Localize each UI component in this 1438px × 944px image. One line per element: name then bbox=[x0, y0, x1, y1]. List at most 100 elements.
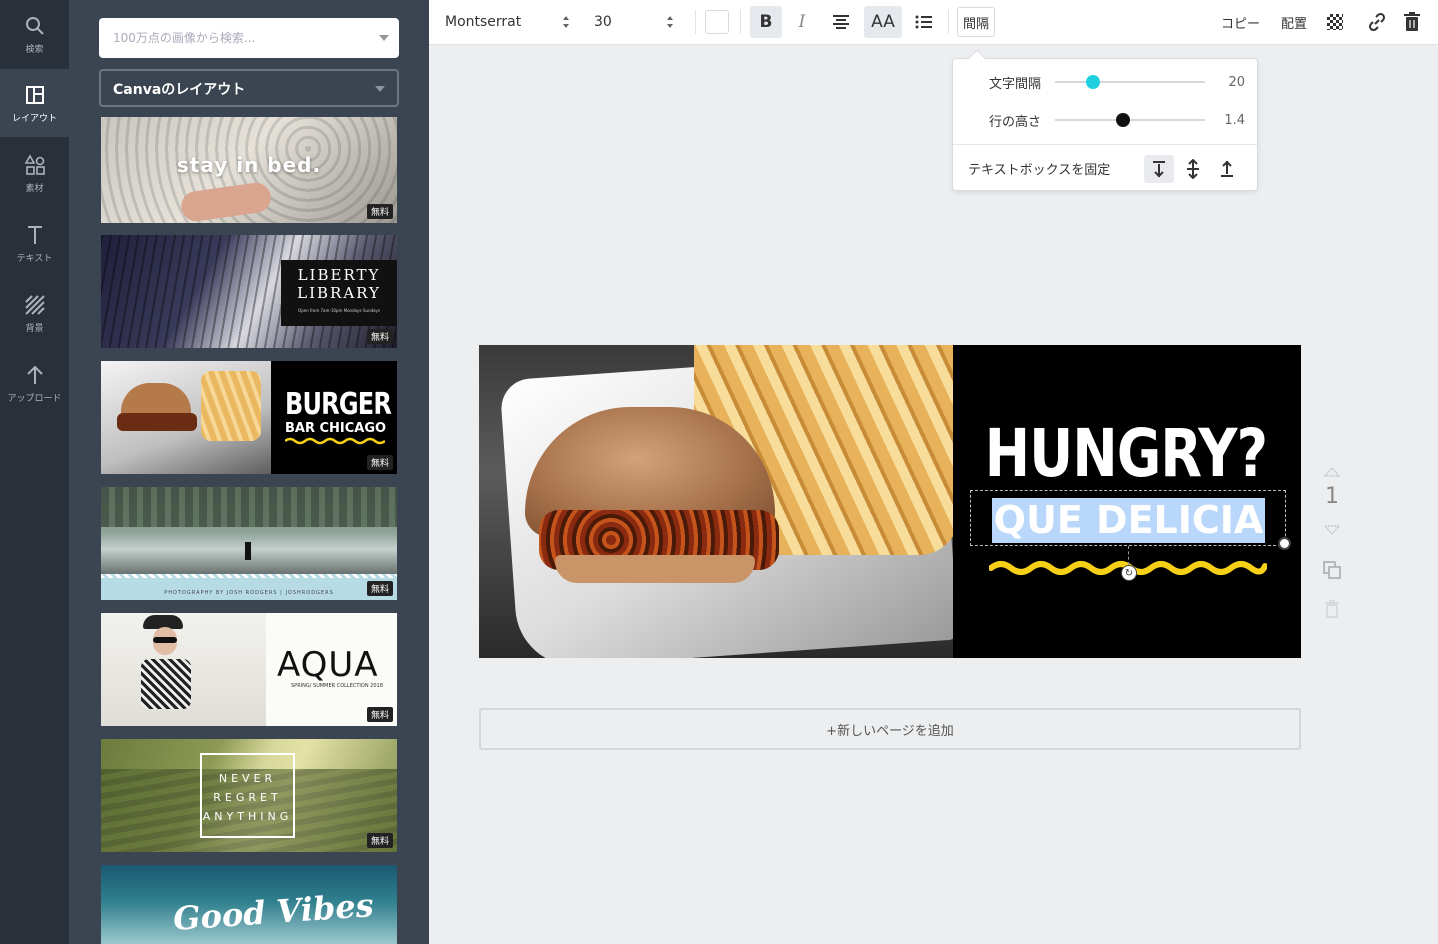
thumbnail-text: NEVER bbox=[218, 772, 277, 785]
toolbar-divider bbox=[695, 10, 696, 34]
font-family-select[interactable]: Montserrat bbox=[445, 6, 575, 38]
add-page-button[interactable]: +新しいページを追加 bbox=[479, 708, 1301, 750]
headline-text[interactable]: HUNGRY? bbox=[984, 412, 1268, 496]
rail-label: アップロード bbox=[7, 393, 62, 404]
rail-item-background[interactable]: 背景 bbox=[0, 279, 69, 347]
free-badge: 無料 bbox=[366, 455, 393, 470]
layout-category-label: Canvaのレイアウト bbox=[113, 82, 246, 98]
line-height-knob[interactable] bbox=[1115, 113, 1130, 127]
popover-divider bbox=[953, 144, 1257, 145]
uppercase-button[interactable]: AA bbox=[864, 6, 902, 38]
line-height-slider[interactable] bbox=[1055, 113, 1205, 127]
link-icon bbox=[1368, 12, 1386, 32]
bold-button[interactable]: B bbox=[750, 6, 782, 38]
thumbnail-text: stay in bed. bbox=[176, 153, 322, 177]
thumbnail-text: LIBRARY bbox=[297, 284, 381, 302]
list-button[interactable] bbox=[908, 6, 940, 38]
text-icon bbox=[27, 225, 42, 244]
delete-page-icon[interactable] bbox=[1318, 600, 1346, 622]
spacing-button[interactable]: 間隔 bbox=[957, 7, 995, 37]
letter-spacing-row: 文字間隔 20 bbox=[953, 69, 1257, 95]
line-height-row: 行の高さ 1.4 bbox=[953, 107, 1257, 133]
elements-icon bbox=[24, 153, 45, 175]
delete-button[interactable] bbox=[1403, 6, 1421, 38]
copy-button[interactable]: コピー bbox=[1221, 6, 1260, 38]
thumbnail-text: BAR CHICAGO bbox=[285, 421, 387, 436]
letter-spacing-value: 20 bbox=[1228, 74, 1245, 90]
anchor-bottom-icon bbox=[1221, 160, 1233, 177]
glasses-shape bbox=[153, 637, 177, 643]
anchor-top-button[interactable] bbox=[1144, 155, 1174, 183]
updown-chevron-icon bbox=[667, 16, 673, 28]
duplicate-page-icon[interactable] bbox=[1318, 560, 1346, 584]
thumbnail-subtext: SPRING/ SUMMER COLLECTION 2018 bbox=[291, 683, 383, 689]
free-badge: 無料 bbox=[366, 329, 393, 344]
align-center-button[interactable] bbox=[825, 6, 857, 38]
align-center-icon bbox=[833, 15, 849, 29]
page-up-icon[interactable] bbox=[1318, 462, 1346, 481]
rail-item-layout[interactable]: レイアウト bbox=[0, 69, 69, 137]
line-height-label: 行の高さ bbox=[989, 114, 1042, 130]
title-box: LIBERTY LIBRARY Open from 7am-10pm Monda… bbox=[281, 260, 397, 326]
icon-rail: 検索 レイアウト 素材 テキスト 背景 アップロード bbox=[0, 0, 69, 944]
rail-item-elements[interactable]: 素材 bbox=[0, 139, 69, 207]
letter-spacing-knob[interactable] bbox=[1085, 75, 1100, 89]
page-down-icon[interactable] bbox=[1318, 520, 1346, 539]
person-shape bbox=[245, 542, 251, 560]
rail-item-search[interactable]: 検索 bbox=[0, 0, 69, 68]
caption-strip bbox=[101, 578, 397, 600]
letter-spacing-slider[interactable] bbox=[1055, 75, 1205, 89]
updown-chevron-icon bbox=[563, 16, 569, 28]
anchor-top-icon bbox=[1153, 161, 1165, 178]
layout-thumbnail-burger-bar[interactable]: BURGER BAR CHICAGO 無料 bbox=[101, 361, 397, 474]
thumbnail-text: AQUA bbox=[277, 645, 379, 685]
font-family-value: Montserrat bbox=[445, 14, 522, 30]
letter-spacing-label: 文字間隔 bbox=[989, 76, 1042, 92]
arrange-button[interactable]: 配置 bbox=[1281, 6, 1307, 38]
rail-item-upload[interactable]: アップロード bbox=[0, 349, 69, 417]
layout-thumbnail-good-vibes[interactable]: Good Vibes bbox=[101, 865, 397, 944]
trees-pattern bbox=[101, 487, 397, 527]
layout-category-select[interactable]: Canvaのレイアウト bbox=[99, 69, 399, 107]
layout-thumbnail-never-regret[interactable]: NEVER REGRET ANYTHING 無料 bbox=[101, 739, 397, 852]
link-button[interactable] bbox=[1367, 6, 1387, 38]
lace-top-shape bbox=[141, 659, 191, 709]
toolbar-divider bbox=[948, 10, 949, 34]
free-badge: 無料 bbox=[366, 833, 393, 848]
thumbnail-text: REGRET bbox=[213, 791, 282, 804]
rail-label: テキスト bbox=[16, 253, 53, 264]
rotate-guide-line bbox=[1128, 546, 1129, 565]
anchor-bottom-button[interactable] bbox=[1212, 155, 1242, 183]
free-badge: 無料 bbox=[366, 581, 393, 596]
text-color-swatch[interactable] bbox=[705, 10, 729, 34]
background-icon bbox=[24, 294, 45, 315]
thumbnail-text: LIBERTY bbox=[297, 266, 381, 284]
font-size-select[interactable]: 30 bbox=[594, 6, 679, 38]
spacing-popover: 文字間隔 20 行の高さ 1.4 テキストボックスを固定 bbox=[952, 49, 1258, 191]
italic-button[interactable]: I bbox=[786, 6, 818, 38]
resize-handle[interactable] bbox=[1278, 537, 1291, 550]
transparency-icon[interactable] bbox=[1327, 14, 1343, 30]
burger-photo[interactable] bbox=[479, 345, 953, 658]
layout-thumbnail-liberty-library[interactable]: LIBERTY LIBRARY Open from 7am-10pm Monda… bbox=[101, 235, 397, 348]
upload-icon bbox=[26, 365, 43, 384]
thumbnail-subtext: PHOTOGRAPHY BY JOSH RODGERS | JOSHRODGER… bbox=[164, 590, 334, 596]
rotate-handle-icon[interactable]: ↻ bbox=[1121, 565, 1137, 581]
bullet-list-icon bbox=[915, 15, 932, 29]
rail-label: 背景 bbox=[25, 323, 44, 334]
layout-thumbnail-river-photography[interactable]: PHOTOGRAPHY BY JOSH RODGERS | JOSHRODGER… bbox=[101, 487, 397, 600]
anchor-row: テキストボックスを固定 bbox=[953, 155, 1257, 183]
anchor-middle-button[interactable] bbox=[1178, 155, 1208, 183]
layout-thumbnail-stay-in-bed[interactable]: stay in bed. 無料 bbox=[101, 117, 397, 223]
free-badge: 無料 bbox=[366, 707, 393, 722]
bun-bottom-shape bbox=[555, 555, 755, 583]
subline-text[interactable]: QUE DELICIA bbox=[992, 497, 1265, 543]
layout-thumbnail-aqua[interactable]: AQUA SPRING/ SUMMER COLLECTION 2018 無料 bbox=[101, 613, 397, 726]
chevron-down-icon[interactable] bbox=[379, 35, 389, 41]
image-search-input[interactable] bbox=[99, 18, 399, 58]
line-height-value: 1.4 bbox=[1224, 112, 1245, 128]
rail-label: 素材 bbox=[25, 183, 44, 194]
squiggle-line bbox=[285, 437, 385, 445]
rail-item-text[interactable]: テキスト bbox=[0, 209, 69, 277]
popover-arrow bbox=[968, 49, 986, 67]
